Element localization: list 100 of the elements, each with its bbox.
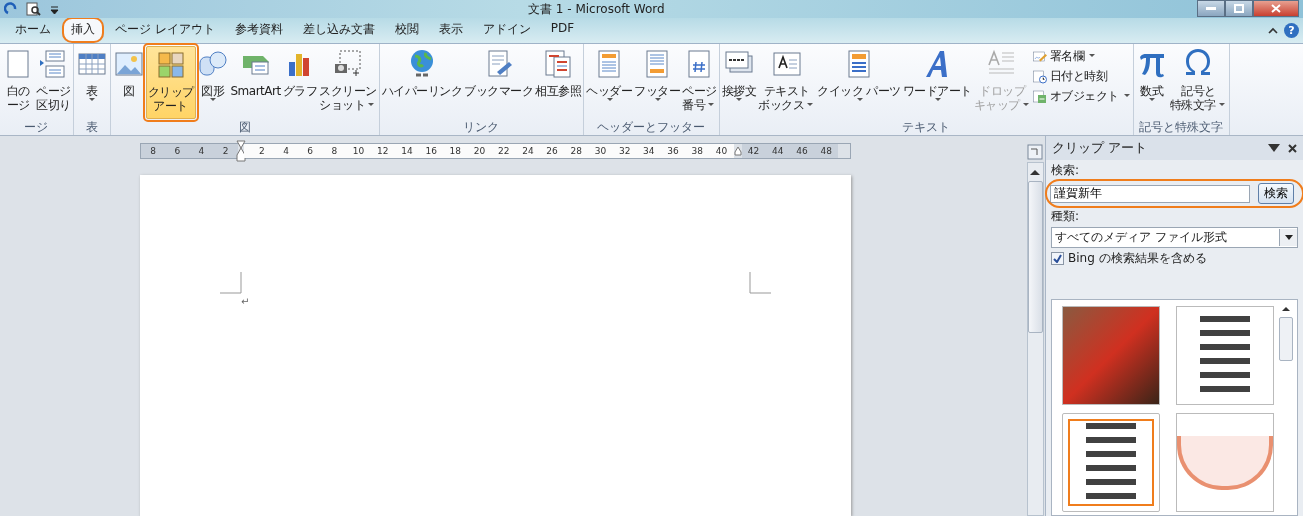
ribbon-button[interactable]: 数式 <box>1135 46 1169 119</box>
print-preview-icon[interactable] <box>26 2 42 16</box>
search-field[interactable]: 謹賀新年 <box>1050 184 1250 203</box>
ribbon-button[interactable]: 白の ージ <box>1 46 35 119</box>
ribbon-button[interactable]: クイック パーツ <box>816 46 902 119</box>
photo-placeholder[interactable] <box>1062 306 1160 405</box>
ribbon-button[interactable]: クリップ アート <box>145 46 196 119</box>
ruler-number: 2 <box>257 146 266 156</box>
ribbon-button[interactable]: ハイパーリンク <box>380 46 464 119</box>
ruler-number: 42 <box>746 146 761 156</box>
help-button[interactable]: ? <box>1284 23 1299 38</box>
ribbon-tab[interactable]: 表示 <box>429 17 472 43</box>
paragraph-mark: ↵ <box>241 296 250 307</box>
ribbon-button[interactable]: ブックマーク <box>463 46 535 119</box>
scroll-up-icon[interactable] <box>1282 306 1290 311</box>
ruler-number: 30 <box>593 146 608 156</box>
ruler-number: 8 <box>330 146 339 156</box>
ruler-number: 36 <box>666 146 680 156</box>
ribbon-tab[interactable]: ページ レイアウト <box>106 17 224 43</box>
collapse-ribbon-icon[interactable] <box>1268 27 1278 34</box>
ribbon-button[interactable]: フッター <box>633 46 682 119</box>
group-label: リンク <box>462 119 501 135</box>
ribbon-button[interactable]: テキスト ボックス <box>757 46 817 119</box>
ribbon-button[interactable]: ヘッダー <box>585 46 634 119</box>
embedded-object-icon <box>1032 88 1048 105</box>
group-label: ージ <box>23 119 50 135</box>
scroll-thumb[interactable] <box>1279 317 1293 361</box>
ribbon-button[interactable]: スクリーン ショット <box>318 46 378 119</box>
checkbox[interactable] <box>1051 252 1064 265</box>
ribbon-tab[interactable]: 挿入 <box>62 17 104 43</box>
ribbon-button[interactable]: ページ 区切り <box>35 46 72 119</box>
customize-menu-icon[interactable] <box>50 3 59 15</box>
ruler-number: 46 <box>795 146 809 156</box>
restore-button[interactable] <box>1225 0 1253 17</box>
ribbon-button[interactable]: SmartArt <box>229 46 282 119</box>
ruler-number: 16 <box>424 146 438 156</box>
ruler-number: 22 <box>497 146 511 156</box>
restore-icon <box>1234 4 1244 13</box>
checkmark-icon <box>1053 254 1062 263</box>
ruler-number: 44 <box>771 146 785 156</box>
group-label: 表 <box>84 119 99 135</box>
vertical-scrollbar[interactable] <box>1026 162 1044 516</box>
ribbon-button[interactable]: 記号と 特殊文字 <box>1169 46 1228 119</box>
ribbon-button[interactable]: 図形 <box>195 46 230 119</box>
minimize-button[interactable] <box>1197 0 1225 17</box>
ribbon-tab[interactable]: 校閲 <box>385 17 428 43</box>
bing-checkbox[interactable]: Bing の検索結果を含める <box>1051 250 1298 267</box>
calendar-clock-icon <box>1032 68 1048 85</box>
ribbon-button[interactable]: 署名欄 <box>1032 48 1132 65</box>
ribbon-tab[interactable]: アドイン <box>473 17 540 43</box>
ruler-number: 10 <box>351 146 366 156</box>
ribbon-tab[interactable]: 差し込み文書 <box>293 17 384 43</box>
scroll-up-icon[interactable] <box>1030 169 1040 175</box>
document-page[interactable]: ↵ <box>140 175 851 516</box>
ribbon-button[interactable]: ワードアート <box>902 46 973 119</box>
group-label: 図 <box>237 119 252 135</box>
close-button[interactable] <box>1253 0 1299 17</box>
ruler-number: 6 <box>173 146 182 156</box>
redo-icon[interactable] <box>4 2 18 16</box>
indent-marker-icon[interactable] <box>235 140 246 162</box>
window-title: 文書 1 - Microsoft Word <box>528 1 665 18</box>
ruler-number: 48 <box>819 146 833 156</box>
ribbon-button[interactable]: ページ 番号 <box>681 46 718 119</box>
ruler-number: 26 <box>545 146 559 156</box>
ribbon-button[interactable]: グラフ <box>281 46 319 119</box>
ruler-number: 4 <box>282 146 290 156</box>
ruler-number: 8 <box>149 146 157 156</box>
ruler-number: 38 <box>690 146 704 156</box>
ribbon-tab[interactable]: ホーム <box>6 17 60 43</box>
ruler-number: 20 <box>472 146 487 156</box>
margin-corner-mark <box>749 272 771 294</box>
ruler-number: 28 <box>569 146 583 156</box>
search-label: 検索: <box>1051 162 1081 179</box>
signature-line-icon <box>1032 48 1048 65</box>
ribbon-tab[interactable]: PDF <box>541 17 584 43</box>
group-label: ヘッダーとフッター <box>596 119 707 135</box>
media-type-label: 種類: <box>1051 208 1081 225</box>
close-icon[interactable] <box>1288 143 1297 153</box>
search-button[interactable]: 検索 <box>1258 183 1294 204</box>
ruler-number: 14 <box>400 146 414 156</box>
scroll-thumb[interactable] <box>1027 181 1043 333</box>
ruler-number: 18 <box>448 146 463 156</box>
ribbon-button[interactable]: 相互参照 <box>534 46 583 119</box>
ribbon-button[interactable]: 挨拶文 <box>720 46 758 119</box>
ribbon-button[interactable]: 表 <box>74 46 109 119</box>
margin-corner-mark <box>220 272 242 294</box>
ribbon-tab[interactable]: 参考資料 <box>225 17 292 43</box>
ruler-number: 24 <box>521 146 535 156</box>
ruler-number: 40 <box>714 146 729 156</box>
ruler-number: 6 <box>306 146 315 156</box>
ruler-number: 34 <box>642 146 656 156</box>
ruler-number: 12 <box>376 146 390 156</box>
group-label: 記号と特殊文字 <box>1138 119 1225 135</box>
ribbon-button[interactable]: 図 <box>111 46 146 119</box>
minimize-icon <box>1206 6 1216 11</box>
pane-menu-icon[interactable] <box>1268 144 1280 152</box>
ribbon-button[interactable]: オブジェクト <box>1032 88 1132 105</box>
ruler-number: 32 <box>617 146 632 156</box>
ribbon-button[interactable]: 日付と時刻 <box>1032 68 1132 85</box>
media-type-dropdown[interactable]: すべてのメディア ファイル形式 <box>1051 227 1298 248</box>
